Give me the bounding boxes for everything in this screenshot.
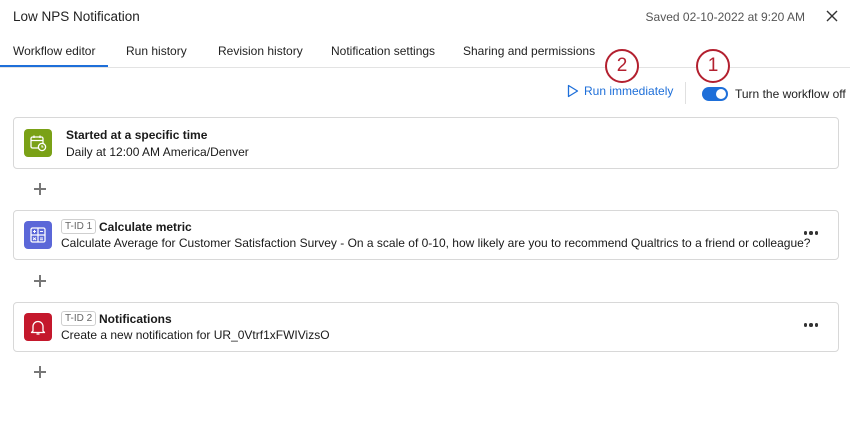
- add-step-button[interactable]: [33, 365, 47, 379]
- task-card-calculate-metric[interactable]: T-ID 1 Calculate metric Calculate Averag…: [13, 210, 839, 260]
- more-options-icon[interactable]: [803, 323, 818, 327]
- modal-header: Low NPS Notification Saved 02-10-2022 at…: [0, 0, 850, 34]
- callout-number: 2: [605, 49, 639, 83]
- add-step-button[interactable]: [33, 274, 47, 288]
- workflow-title: Low NPS Notification: [13, 9, 140, 24]
- tab-revision-history[interactable]: Revision history: [218, 44, 303, 58]
- calculator-icon: [24, 221, 52, 249]
- calendar-clock-icon: [24, 129, 52, 157]
- task-card-notifications[interactable]: T-ID 2 Notifications Create a new notifi…: [13, 302, 839, 352]
- close-icon[interactable]: [824, 8, 840, 24]
- workflow-toggle[interactable]: [702, 87, 728, 101]
- trigger-card[interactable]: Started at a specific time Daily at 12:0…: [13, 117, 839, 169]
- add-step-button[interactable]: [33, 182, 47, 196]
- trigger-title: Started at a specific time: [66, 128, 208, 142]
- tab-workflow-editor[interactable]: Workflow editor: [13, 44, 95, 58]
- trigger-schedule: Daily at 12:00 AM America/Denver: [66, 145, 249, 159]
- task-description: Calculate Average for Customer Satisfact…: [61, 236, 811, 250]
- toggle-label: Turn the workflow off: [735, 87, 846, 101]
- run-immediately-label: Run immediately: [584, 84, 674, 98]
- tab-sharing-permissions[interactable]: Sharing and permissions: [463, 44, 595, 58]
- callout-number: 1: [696, 49, 730, 83]
- toggle-knob: [716, 89, 726, 99]
- task-id-badge: T-ID 1: [61, 219, 97, 234]
- task-title: Calculate metric: [99, 220, 192, 234]
- divider: [685, 82, 686, 104]
- bell-icon: [24, 313, 52, 341]
- active-tab-indicator: [0, 65, 108, 67]
- task-description: Create a new notification for UR_0Vtrf1x…: [61, 328, 330, 342]
- saved-timestamp: Saved 02-10-2022 at 9:20 AM: [645, 10, 805, 24]
- play-outline-icon: [567, 84, 579, 98]
- more-options-icon[interactable]: [803, 231, 818, 235]
- tab-run-history[interactable]: Run history: [126, 44, 187, 58]
- run-immediately-button[interactable]: Run immediately: [567, 84, 673, 98]
- task-id-badge: T-ID 2: [61, 311, 97, 326]
- task-title: Notifications: [99, 312, 172, 326]
- tab-notification-settings[interactable]: Notification settings: [331, 44, 435, 58]
